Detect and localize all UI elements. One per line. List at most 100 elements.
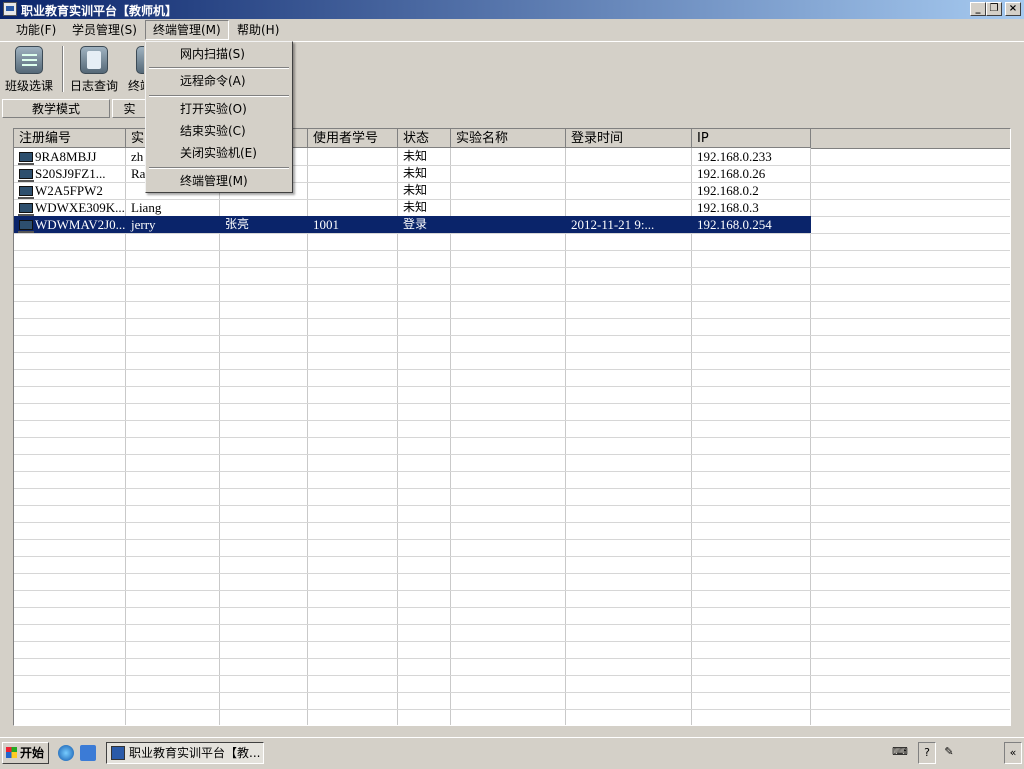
taskbar-window-button[interactable]: 职业教育实训平台【教...: [106, 742, 264, 764]
menu-student-management[interactable]: 学员管理(S): [65, 21, 144, 39]
cell-status: 登录: [403, 217, 428, 231]
list-icon: [15, 46, 43, 74]
column-header-filler: [811, 129, 1010, 149]
menu-item-terminal-management[interactable]: 终端管理(M): [148, 172, 290, 190]
ie-icon[interactable]: [58, 745, 74, 761]
class-select-button[interactable]: 班级选课: [2, 44, 56, 94]
terminal-label: 终端: [128, 79, 144, 93]
grid-line: [14, 233, 1010, 234]
menu-function[interactable]: 功能(F): [9, 21, 63, 39]
keyboard-icon[interactable]: ⌨: [889, 742, 911, 764]
grid-line: [14, 437, 1010, 438]
computer-icon: [18, 169, 34, 182]
menu-separator: [149, 95, 289, 97]
column-header-register-id[interactable]: 注册编号: [14, 129, 126, 148]
cell-login-time: 2012-11-21 9:...: [571, 217, 655, 232]
grid-line: [14, 675, 1010, 676]
cell-student-number: [308, 182, 398, 199]
cell-status: 未知: [403, 183, 428, 197]
column-header-experiment-name[interactable]: 实验名称: [451, 129, 566, 148]
terminal-icon: [136, 46, 144, 74]
table-row[interactable]: S20SJ9FZ1... Ra 未知 192.168.0.26: [14, 165, 811, 182]
cell-status: 未知: [403, 149, 428, 163]
cell-experiment-name: [451, 148, 566, 165]
table-row-selected[interactable]: WDWMAV2J0... jerry 张亮 1001 登录 2012-11-21…: [14, 216, 811, 233]
menu-item-open-experiment[interactable]: 打开实验(O): [148, 100, 290, 118]
grid-line: [14, 522, 1010, 523]
column-header-student-number[interactable]: 使用者学号: [308, 129, 398, 148]
terminal-button[interactable]: 终端: [126, 44, 144, 94]
class-select-label: 班级选课: [4, 79, 53, 93]
menu-terminal-management[interactable]: 终端管理(M): [145, 20, 229, 40]
grid-line: [14, 607, 1010, 608]
computer-icon: [18, 186, 34, 199]
menu-item-network-scan[interactable]: 网内扫描(S): [148, 45, 290, 63]
toolbar-separator: [62, 46, 64, 92]
cell-ip: 192.168.0.26: [697, 166, 766, 181]
title-bar: 职业教育实训平台【教师机】 _ ❐ ×: [0, 0, 1024, 19]
start-button[interactable]: 开始: [2, 742, 49, 764]
cell-experiment-name: [451, 199, 566, 216]
cell-login-time: [566, 182, 692, 199]
grid-line: [14, 335, 1010, 336]
grid-line: [14, 624, 1010, 625]
browser-icon[interactable]: [80, 745, 96, 761]
column-header-status[interactable]: 状态: [398, 129, 451, 148]
cell-ip: 192.168.0.2: [697, 183, 759, 198]
column-header-ip[interactable]: IP: [692, 129, 811, 148]
grid-line: [14, 573, 1010, 574]
grid-line: [14, 454, 1010, 455]
grid-line: [14, 641, 1010, 642]
help-icon[interactable]: ?: [918, 742, 936, 764]
grid-line: [14, 284, 1010, 285]
log-query-label: 日志查询: [69, 79, 118, 93]
tab-experiment-mode[interactable]: 实: [112, 99, 146, 118]
menu-bar: 功能(F) 学员管理(S) 终端管理(M) 帮助(H): [0, 19, 1024, 41]
computer-icon: [18, 203, 34, 216]
maximize-button[interactable]: ❐: [986, 2, 1002, 16]
grid-line: [14, 301, 1010, 302]
cell-register-id: W2A5FPW2: [14, 182, 126, 199]
pen-icon[interactable]: ✎: [942, 742, 956, 764]
grid-line: [14, 539, 1010, 540]
table-row[interactable]: W2A5FPW2 未知 192.168.0.2: [14, 182, 811, 199]
cell-register-id: WDWMAV2J0...: [14, 216, 126, 233]
log-icon: [80, 46, 108, 74]
app-icon: [3, 2, 17, 16]
minimize-button[interactable]: _: [970, 2, 986, 16]
grid-line: [14, 369, 1010, 370]
cell-student-number: 1001: [313, 217, 339, 232]
table-row[interactable]: 9RA8MBJJ zh 未知 192.168.0.233: [14, 148, 811, 165]
menu-item-shutdown-lab-machine[interactable]: 关闭实验机(E): [148, 144, 290, 162]
cell-student-number: [308, 199, 398, 216]
show-tray-button[interactable]: «: [1004, 742, 1022, 764]
cell-ip: 192.168.0.233: [697, 149, 772, 164]
table-row[interactable]: WDWXE309K... Liang 未知 192.168.0.3: [14, 199, 811, 216]
log-query-button[interactable]: 日志查询: [66, 44, 122, 94]
terminal-grid[interactable]: 注册编号 实 使用者学号 状态 实验名称 登录时间 IP 9RA8MBJJ zh…: [13, 128, 1011, 726]
grid-line: [14, 471, 1010, 472]
grid-line: [14, 692, 1010, 693]
taskbar: 开始 职业教育实训平台【教... ⌨ ? ✎ «: [0, 737, 1024, 769]
cell-status: 未知: [403, 200, 428, 214]
cell-student-number: [308, 148, 398, 165]
grid-line: [14, 709, 1010, 710]
tab-teaching-mode[interactable]: 教学模式: [2, 99, 110, 118]
computer-icon: [18, 220, 34, 233]
menu-separator: [149, 167, 289, 169]
cell-experiment-name: [451, 216, 566, 233]
menu-item-remote-command[interactable]: 远程命令(A): [148, 72, 290, 90]
menu-item-end-experiment[interactable]: 结束实验(C): [148, 122, 290, 140]
windows-logo-icon: [6, 747, 17, 758]
cell-ip: 192.168.0.254: [697, 217, 772, 232]
cell-experiment-name: [451, 182, 566, 199]
grid-line: [14, 590, 1010, 591]
column-header-login-time[interactable]: 登录时间: [566, 129, 692, 148]
grid-line: [14, 267, 1010, 268]
grid-line: [14, 505, 1010, 506]
cell-name: [220, 199, 308, 216]
cell-register-id: 9RA8MBJJ: [14, 148, 126, 165]
terminal-management-dropdown: 网内扫描(S) 远程命令(A) 打开实验(O) 结束实验(C) 关闭实验机(E)…: [145, 41, 293, 193]
menu-help[interactable]: 帮助(H): [230, 21, 286, 39]
close-button[interactable]: ×: [1005, 2, 1021, 16]
